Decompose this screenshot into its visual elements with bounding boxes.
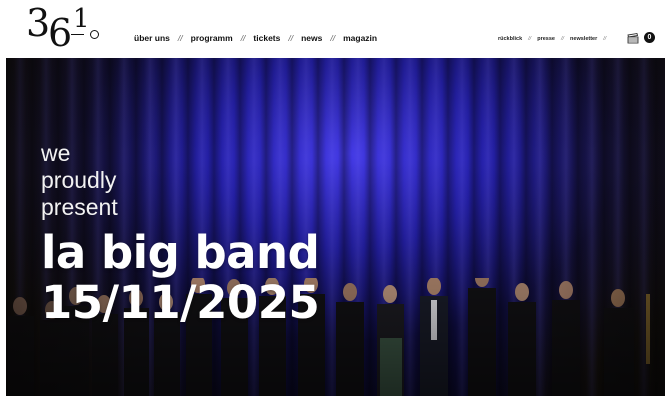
nav-tickets[interactable]: tickets bbox=[253, 33, 280, 43]
logo-bar bbox=[71, 34, 84, 36]
nav-news[interactable]: news bbox=[301, 33, 322, 43]
logo-digit-6: 6 bbox=[48, 11, 73, 55]
intro-line-we: we bbox=[41, 140, 71, 166]
ticket-icon[interactable] bbox=[627, 31, 639, 44]
nav-separator: // bbox=[330, 33, 336, 43]
nav-separator: // bbox=[177, 33, 183, 43]
subnav-presse[interactable]: presse bbox=[537, 36, 555, 42]
nav-separator: // bbox=[288, 33, 294, 43]
subnav-separator: // bbox=[528, 36, 532, 42]
logo-degree-mark bbox=[90, 30, 99, 39]
subnav-newsletter[interactable]: newsletter bbox=[570, 36, 597, 42]
hero-headline[interactable]: la big band 15/11/2025 bbox=[41, 226, 320, 329]
logo-digit-1: 1 bbox=[73, 4, 90, 34]
main-navigation: über uns // programm // tickets // news … bbox=[134, 33, 377, 43]
subnav-rueckblick[interactable]: rückblick bbox=[498, 36, 522, 42]
subnav-separator: // bbox=[603, 36, 607, 42]
secondary-navigation: rückblick // presse // newsletter // bbox=[498, 36, 612, 42]
nav-ueber-uns[interactable]: über uns bbox=[134, 33, 170, 43]
event-date: 15/11/2025 bbox=[41, 276, 320, 329]
site-logo[interactable]: 3 6 1 bbox=[26, 4, 104, 54]
intro-line-present: present bbox=[41, 194, 118, 220]
logo-digit-3: 3 bbox=[26, 1, 51, 45]
site-header: 3 6 1 über uns // programm // tickets //… bbox=[0, 0, 667, 58]
nav-programm[interactable]: programm bbox=[191, 33, 233, 43]
subnav-separator: // bbox=[560, 36, 565, 42]
intro-line-proudly: proudly bbox=[41, 167, 117, 193]
hero-intro-text: we proudly present bbox=[41, 140, 118, 221]
event-title: la big band bbox=[41, 226, 320, 279]
nav-separator: // bbox=[240, 33, 246, 43]
cart-count-badge[interactable]: 0 bbox=[644, 32, 655, 43]
hero-banner[interactable]: we proudly present la big band 15/11/202… bbox=[6, 58, 665, 396]
nav-magazin[interactable]: magazin bbox=[343, 33, 377, 43]
